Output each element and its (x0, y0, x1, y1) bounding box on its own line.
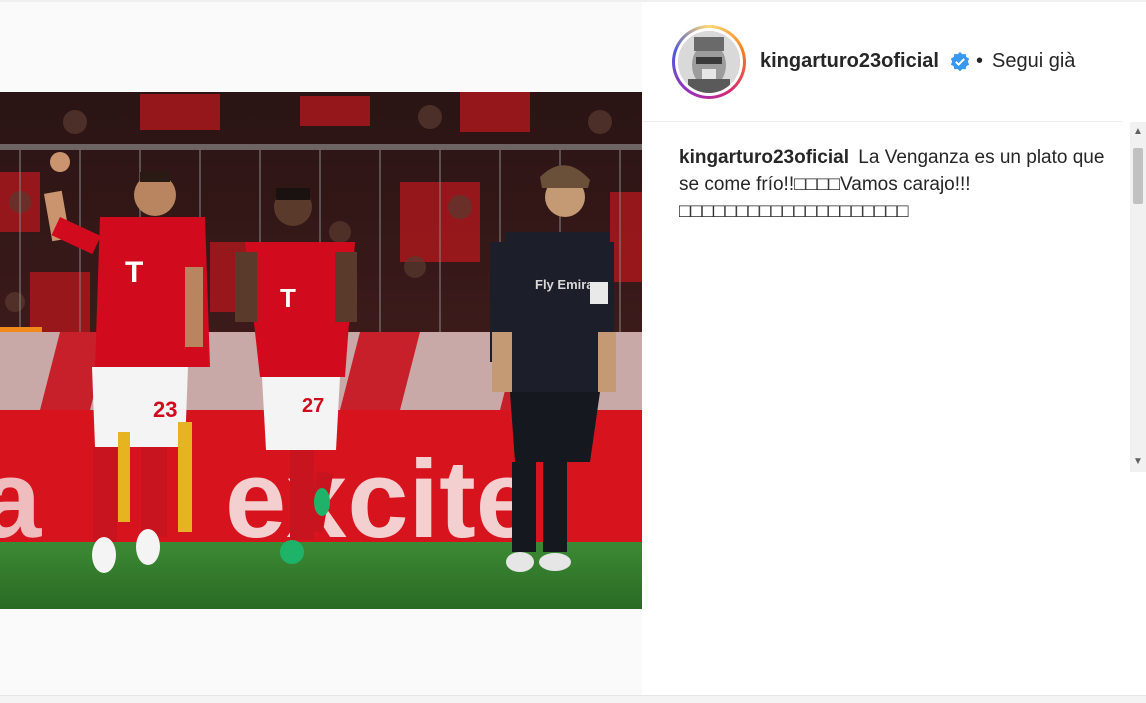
football-match-photo: a excite T 23 T 27 Fly Emirates (0, 92, 642, 609)
username-link[interactable]: kingarturo23oficial (760, 50, 939, 73)
post-media-pane: a excite T 23 T 27 Fly Emirates (0, 2, 642, 695)
verified-badge-icon (950, 52, 970, 72)
jersey-number-27: 27 (302, 395, 324, 417)
post-photo[interactable]: a excite T 23 T 27 Fly Emirates (0, 92, 642, 609)
header-separator: • (976, 50, 984, 72)
post-caption: kingarturo23oficial La Venganza es un pl… (679, 144, 1109, 225)
svg-text:T: T (280, 283, 296, 313)
post-details-pane: kingarturo23oficial • Segui già kingartu… (642, 2, 1146, 695)
svg-text:T: T (125, 256, 143, 289)
window-bottom-border (0, 695, 1146, 703)
caption-username-link[interactable]: kingarturo23oficial (679, 147, 849, 168)
comments-scrollbar[interactable]: ▲ ▼ (1130, 122, 1146, 472)
scroll-thumb[interactable] (1133, 148, 1143, 204)
post-header: kingarturo23oficial • Segui già (642, 2, 1122, 122)
avatar-photo (678, 31, 740, 93)
following-button[interactable]: Segui già (992, 50, 1075, 73)
jersey-number-23: 23 (153, 397, 177, 422)
scroll-down-arrow-icon[interactable]: ▼ (1130, 452, 1146, 472)
scroll-up-arrow-icon[interactable]: ▲ (1130, 122, 1146, 142)
avatar[interactable] (672, 25, 746, 99)
